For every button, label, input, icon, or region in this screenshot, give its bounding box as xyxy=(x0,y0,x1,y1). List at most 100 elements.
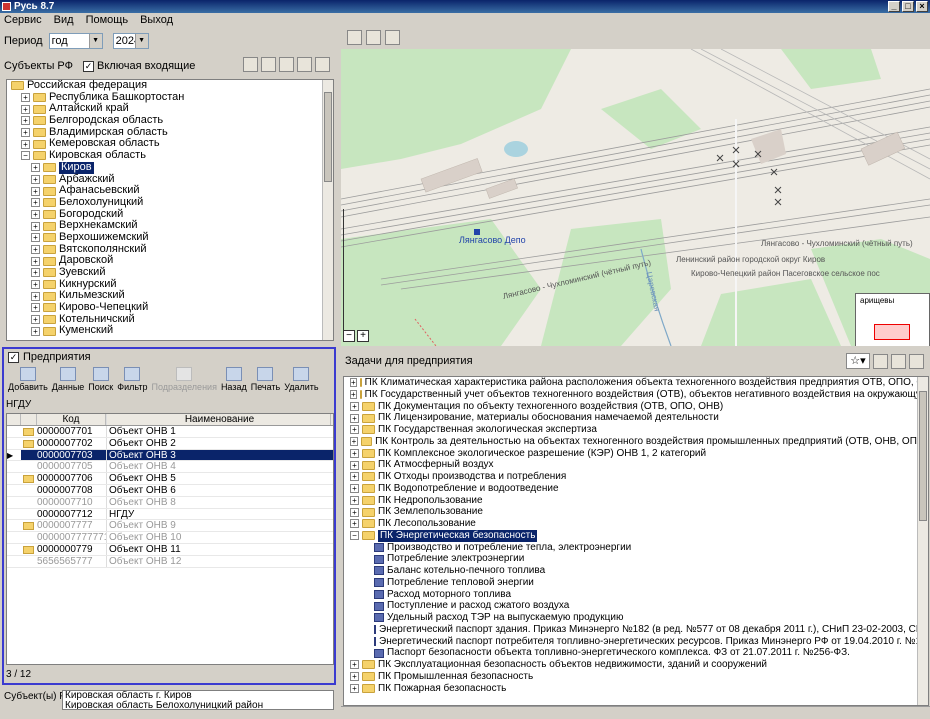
task-item[interactable]: + ПК Промышленная безопасность xyxy=(344,671,928,683)
expand-icon[interactable]: + xyxy=(21,128,30,138)
menu-help[interactable]: Помощь xyxy=(86,13,129,27)
table-row[interactable]: 0000000779 Объект ОНВ 11 xyxy=(7,543,333,556)
collapse-icon[interactable]: − xyxy=(350,531,359,541)
task-item[interactable]: Энергетический паспорт здания. Приказ Ми… xyxy=(344,624,928,636)
map-view[interactable]: Лянгасово Депо Лянгасово - Чухломинский … xyxy=(341,49,930,346)
expand-icon[interactable]: + xyxy=(350,460,359,470)
subject-tree-item[interactable]: + Богородский xyxy=(7,208,333,221)
expand-icon[interactable]: + xyxy=(350,495,359,505)
subject-tree-item[interactable]: + Вятскополянский xyxy=(7,243,333,256)
expand-icon[interactable]: + xyxy=(31,315,40,325)
table-row[interactable]: 0000007777 Объект ОНВ 9 xyxy=(7,520,333,533)
refresh-icon[interactable] xyxy=(297,57,312,72)
subject-tree-item[interactable]: + Кирово-Чепецкий xyxy=(7,301,333,314)
list-icon[interactable] xyxy=(261,57,276,72)
expand-icon[interactable]: + xyxy=(350,378,357,388)
task-item[interactable]: + ПК Комплексное экологическое разрешение… xyxy=(344,448,928,460)
expand-icon[interactable]: + xyxy=(350,437,358,447)
subject-tree-item[interactable]: + Котельничский xyxy=(7,313,333,326)
include-checkbox[interactable]: ✓ xyxy=(83,60,95,72)
pen-icon[interactable] xyxy=(366,30,381,45)
back-button[interactable]: Назад xyxy=(221,367,247,397)
subject-tree-item[interactable]: + Верхнекамский xyxy=(7,220,333,232)
subject-tree-item[interactable]: + Кильмезский xyxy=(7,290,333,302)
chevron-down-icon[interactable]: ▼ xyxy=(88,34,102,48)
expand-icon[interactable]: + xyxy=(350,413,359,423)
task-item[interactable]: + ПК Пожарная безопасность xyxy=(344,683,928,695)
expand-icon[interactable]: + xyxy=(31,186,40,196)
layers-icon[interactable] xyxy=(385,30,400,45)
task-item[interactable]: + ПК Государственный учет объектов техног… xyxy=(344,389,928,401)
name-column-header[interactable]: Наименование xyxy=(106,414,331,425)
enterprises-grid[interactable]: Код Наименование 0000007701 Объект ОНВ 10… xyxy=(6,413,334,665)
tree-icon[interactable] xyxy=(243,57,258,72)
task-item[interactable]: + ПК Землепользование xyxy=(344,506,928,518)
enterprises-checkbox[interactable]: ✓ xyxy=(8,351,19,363)
subjects-scrollbar[interactable] xyxy=(322,80,333,340)
include-toggle[interactable]: ✓ Включая входящие xyxy=(83,60,195,72)
menu-exit[interactable]: Выход xyxy=(140,13,173,27)
expand-icon[interactable]: + xyxy=(21,116,30,126)
zoom-scale[interactable] xyxy=(343,209,353,339)
task-item[interactable]: + ПК Контроль за деятельностью на объекта… xyxy=(344,436,928,448)
task-item[interactable]: Расход моторного топлива xyxy=(344,589,928,601)
expand-icon[interactable]: + xyxy=(350,484,359,494)
scroll-thumb[interactable] xyxy=(324,92,332,182)
window-icon[interactable] xyxy=(347,30,362,45)
favorites-icon[interactable]: ☆▾ xyxy=(846,353,870,369)
table-row[interactable]: 5656565777 Объект ОНВ 12 xyxy=(7,555,333,568)
print-icon[interactable] xyxy=(873,353,888,369)
task-item[interactable]: Потребление электроэнергии xyxy=(344,553,928,565)
delete-button[interactable]: Удалить xyxy=(284,367,319,397)
task-item[interactable]: − ПК Энергетическая безопасность xyxy=(344,529,928,542)
tasks-scrollbar[interactable] xyxy=(917,377,928,705)
export-icon[interactable] xyxy=(909,353,924,369)
period-year-select[interactable]: 2024 ▼ xyxy=(112,33,149,49)
expand-icon[interactable]: + xyxy=(350,448,359,458)
table-row[interactable]: 0000007708 Объект ОНВ 6 xyxy=(7,484,333,497)
expand-icon[interactable]: + xyxy=(21,104,30,114)
subdivisions-button[interactable]: Подразделения xyxy=(151,367,217,397)
task-item[interactable]: + ПК Эксплуатационная безопасность объект… xyxy=(344,659,928,671)
table-row[interactable]: 0000007702 Объект ОНВ 2 xyxy=(7,437,333,450)
subject-tree-item[interactable]: + Арбажский xyxy=(7,173,333,186)
expand-icon[interactable]: + xyxy=(31,163,40,173)
table-row[interactable]: 0000007777771 Объект ОНВ 10 xyxy=(7,532,333,544)
task-item[interactable]: + ПК Лицензирование, материалы обосновани… xyxy=(344,412,928,424)
task-item[interactable]: Производство и потребление тепла, электр… xyxy=(344,542,928,554)
expand-icon[interactable]: + xyxy=(31,256,40,266)
task-item[interactable]: + ПК Документация по объекту техногенного… xyxy=(344,401,928,413)
subjects-tree[interactable]: Российская федерация + Республика Башкорто… xyxy=(6,79,334,341)
expand-icon[interactable]: + xyxy=(350,683,359,693)
expand-icon[interactable]: + xyxy=(350,660,359,670)
table-row[interactable]: 0000007706 Объект ОНВ 5 xyxy=(7,473,333,485)
expand-icon[interactable]: + xyxy=(31,233,40,243)
search-button[interactable]: Поиск xyxy=(88,367,113,397)
task-item[interactable]: Удельный расход ТЭР на выпускаемую проду… xyxy=(344,612,928,624)
task-item[interactable]: Поступление и расход сжатого воздуха xyxy=(344,600,928,612)
expand-icon[interactable]: + xyxy=(350,507,359,517)
task-item[interactable]: + ПК Отходы производства и потребления xyxy=(344,471,928,483)
task-item[interactable]: + ПК Водопотребление и водоотведение xyxy=(344,483,928,495)
task-item[interactable]: Паспорт безопасности объекта топливно-эн… xyxy=(344,647,928,659)
expand-icon[interactable]: + xyxy=(31,303,40,313)
expand-icon[interactable]: + xyxy=(31,198,40,208)
print-button[interactable]: Печать xyxy=(251,367,280,397)
expand-icon[interactable]: + xyxy=(21,93,30,103)
subject-tree-item[interactable]: + Белгородская область xyxy=(7,114,333,127)
task-item[interactable]: + ПК Климатическая характеристика района … xyxy=(344,377,928,389)
scroll-thumb[interactable] xyxy=(919,391,927,521)
subject-tree-item[interactable]: + Киров xyxy=(7,161,333,174)
collapse-icon[interactable]: − xyxy=(21,151,30,161)
expand-icon[interactable]: + xyxy=(31,268,40,278)
task-item[interactable]: Потребление тепловой энергии xyxy=(344,577,928,589)
menu-service[interactable]: Сервис xyxy=(4,13,42,27)
filter-button[interactable]: Фильтр xyxy=(117,367,147,397)
tasks-tree[interactable]: + ПК Климатическая характеристика района … xyxy=(343,376,929,706)
tree-icon[interactable] xyxy=(891,353,906,369)
expand-icon[interactable]: + xyxy=(31,326,40,336)
expand-icon[interactable]: + xyxy=(31,174,40,184)
table-row[interactable]: 0000007701 Объект ОНВ 1 xyxy=(7,426,333,438)
table-row[interactable]: 0000007712 НГДУ xyxy=(7,508,333,521)
table-row[interactable]: 0000007710 Объект ОНВ 8 xyxy=(7,496,333,509)
